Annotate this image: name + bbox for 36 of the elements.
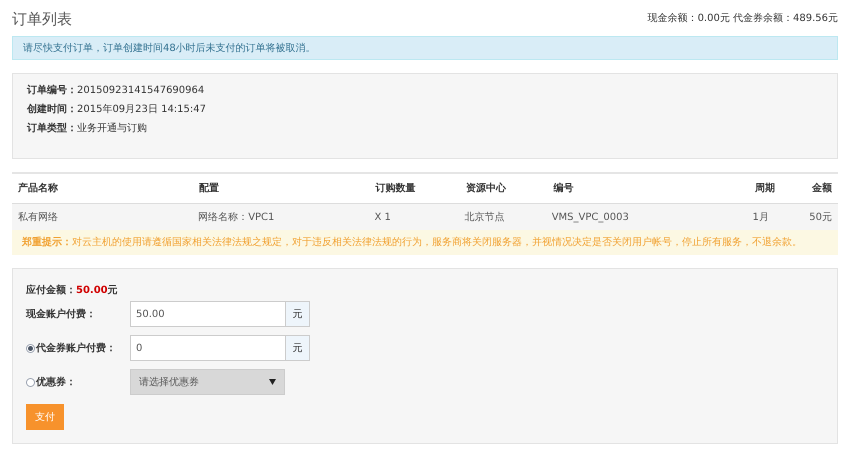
info-label: 创建时间： — [27, 102, 77, 117]
unit-label: 元 — [286, 335, 310, 361]
table-cell-text: X 1 — [374, 210, 392, 224]
column-header: 周期 — [755, 182, 776, 196]
caret-icon — [269, 379, 276, 385]
table-cell-text: 1月 — [752, 210, 770, 224]
table-cell-text: 北京节点 — [464, 210, 506, 224]
field-label: 代金券账户付费： — [36, 341, 116, 356]
amount-field[interactable]: 0 — [130, 335, 286, 361]
amount-due: 应付金额：50.00元 — [26, 283, 119, 297]
field-label: 优惠券： — [36, 376, 76, 390]
info-label: 订单类型： — [27, 122, 77, 136]
table-cell-text: VMS_VPC_0003 — [552, 210, 630, 224]
column-header: 产品名称 — [18, 182, 59, 196]
table-cell-text: 50元 — [809, 210, 832, 224]
radio-button[interactable] — [26, 344, 35, 352]
coupon-select[interactable]: 请选择优惠券 — [130, 369, 285, 395]
info-value: 2015年09月23日 14:15:47 — [77, 103, 206, 117]
field-label: 现金账户付费： — [26, 307, 96, 322]
amount-field[interactable]: 50.00 — [130, 301, 286, 327]
unit-label: 元 — [286, 301, 310, 327]
info-alert: 请尽快支付订单，订单创建时间48小时后未支付的订单将被取消。 — [12, 36, 838, 60]
table-cell-text: 私有网络 — [18, 210, 59, 224]
page-title: 订单列表 — [12, 8, 72, 30]
column-header: 资源中心 — [466, 181, 508, 196]
balance-text: 现金余额：0.00元 代金券余额：489.56元 — [648, 12, 838, 26]
legal-notice: 郑重提示：对云主机的使用请遵循国家相关法律法规之规定，对于违反相关法律法规的行为，服务商将关闭服务器，并视情况决定是否关闭用户帐号，停止所有服务，不退余款。 — [12, 230, 838, 255]
column-header: 配置 — [198, 182, 220, 196]
column-header: 订购数量 — [376, 182, 417, 196]
info-label: 订单编号： — [27, 84, 77, 98]
table-cell-text: 网络名称：VPC1 — [198, 210, 276, 224]
column-header: 编号 — [554, 182, 575, 196]
column-header: 金额 — [812, 181, 832, 196]
info-value: 业务开通与订购 — [77, 122, 147, 136]
radio-button[interactable] — [26, 378, 35, 386]
info-value: 20150923141547690964 — [77, 84, 204, 98]
